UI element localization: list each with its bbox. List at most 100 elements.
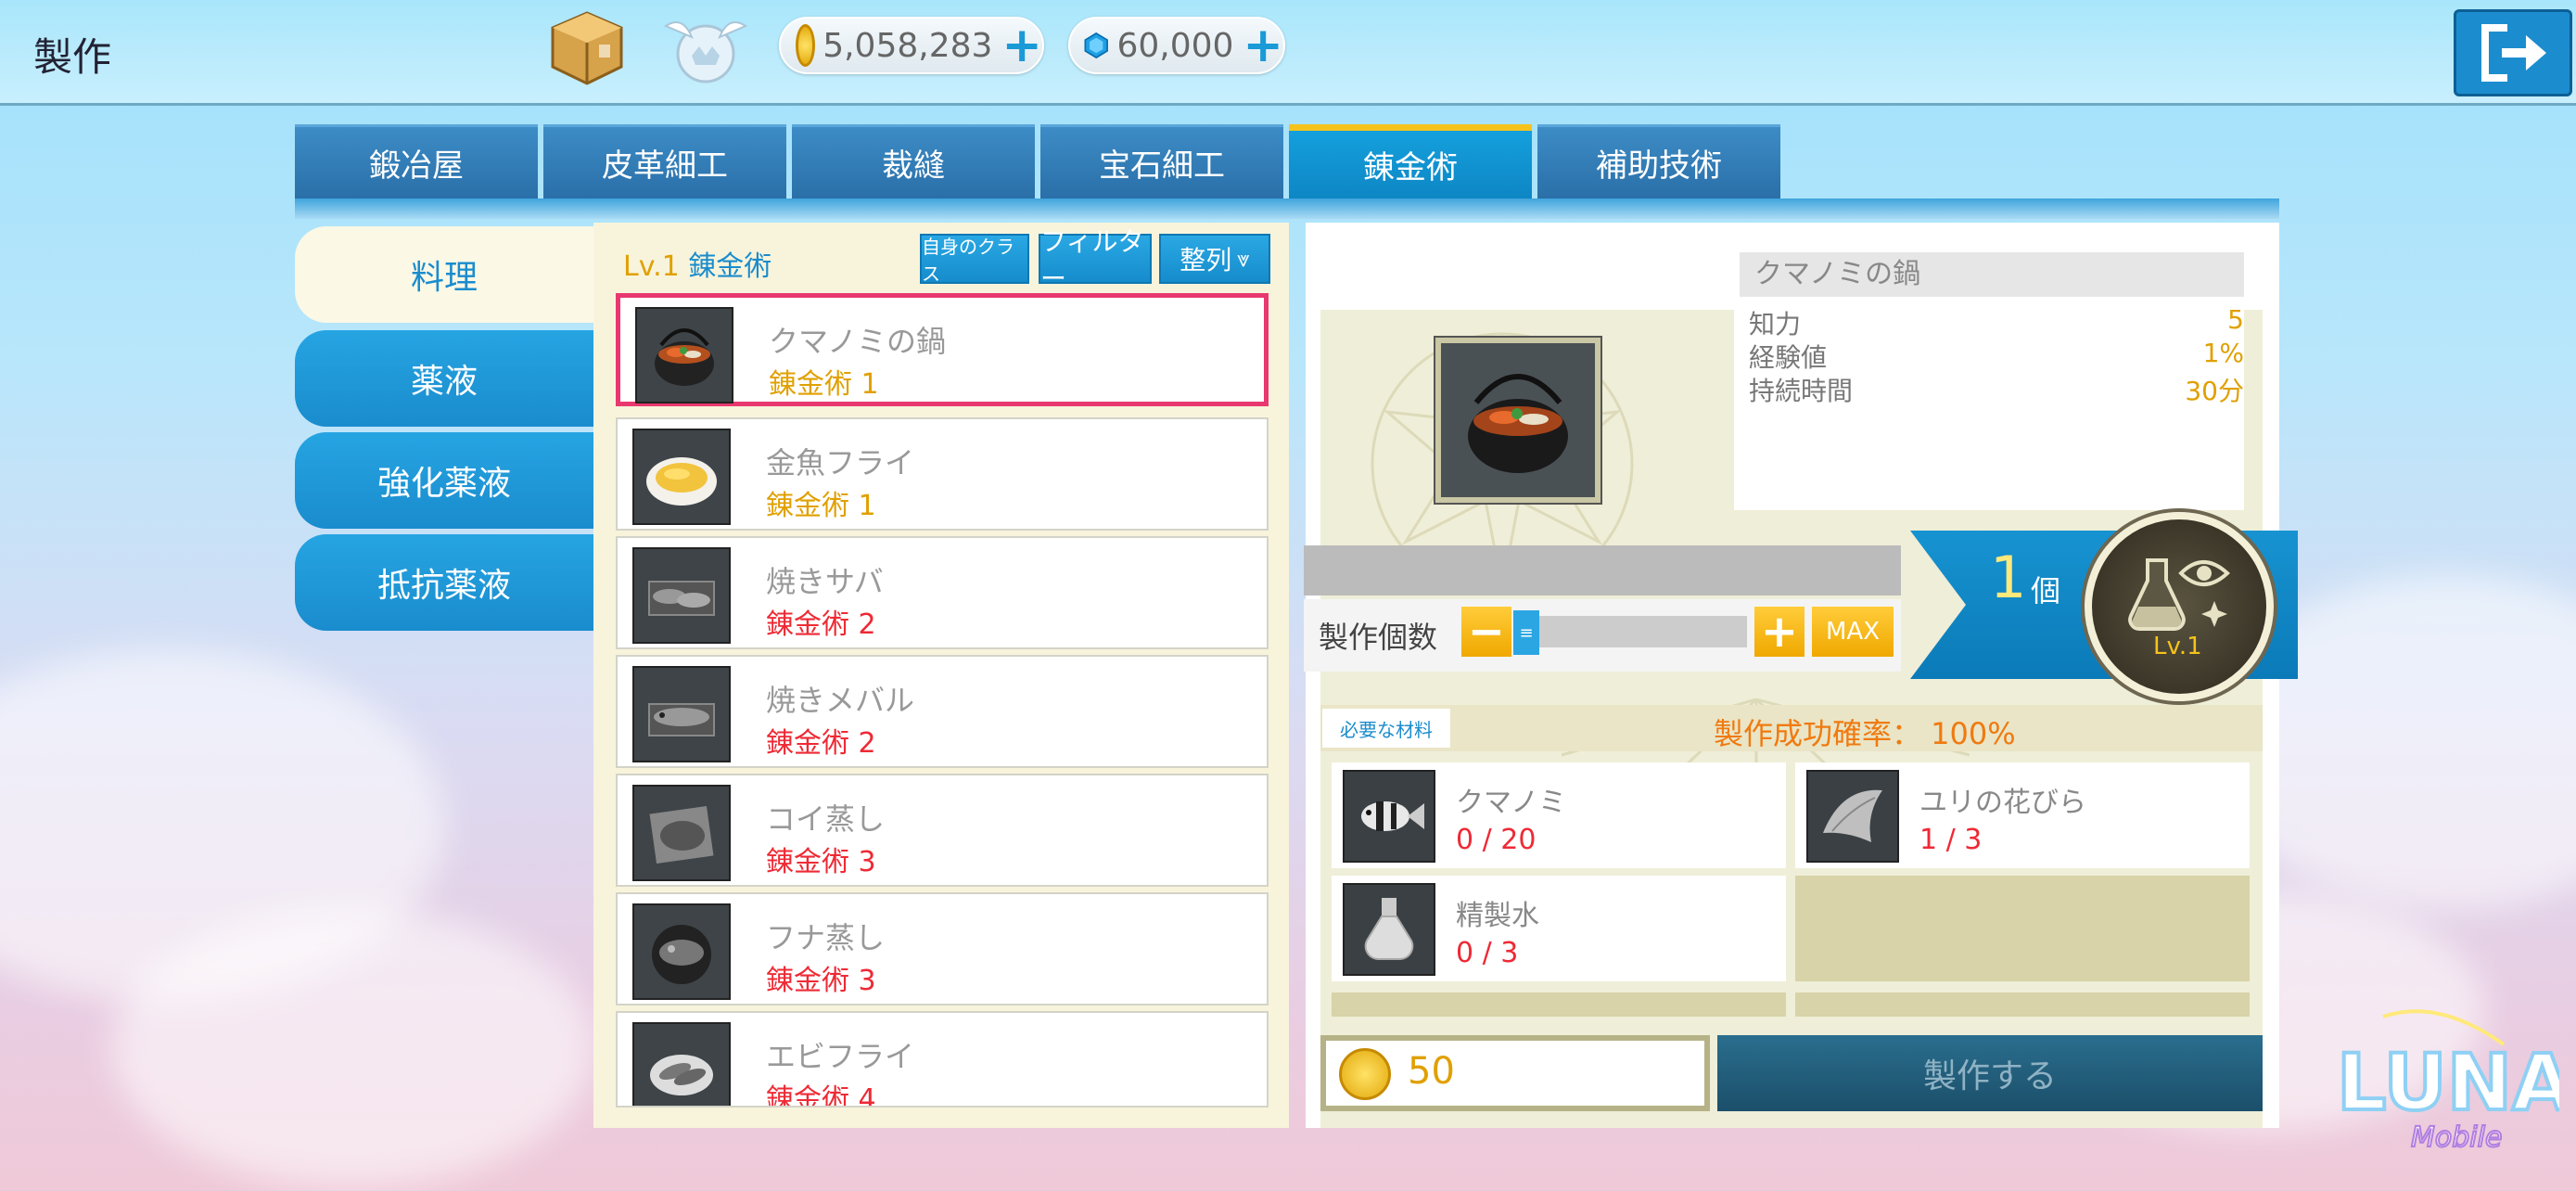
gold-coin-icon — [796, 24, 816, 67]
material-card[interactable]: クマノミ 0 / 20 — [1332, 762, 1786, 868]
quantity-label: 製作個数 — [1319, 620, 1438, 655]
sort-chevron-icon: ⩔ — [1237, 246, 1250, 272]
material-quantity: 0 / 20 — [1456, 824, 1537, 856]
material-name: クマノミ — [1456, 787, 1567, 819]
recipe-row[interactable]: コイ蒸し 錬金術 3 — [616, 774, 1269, 887]
screen-title: 製作 — [33, 34, 112, 80]
decrease-quantity-button[interactable]: − — [1461, 607, 1511, 657]
skill-name: 錬金術 — [688, 250, 772, 283]
filter-button[interactable]: フィルター — [1039, 226, 1152, 294]
recipe-name: クマノミの鍋 — [769, 324, 947, 359]
purified-water-icon — [1343, 883, 1435, 976]
craft-cost: 50 — [1408, 1050, 1455, 1093]
recipe-name: コイ蒸し — [766, 801, 886, 837]
category-potion[interactable]: 薬液 — [295, 330, 593, 427]
recipe-row[interactable]: エビフライ 錬金術 4 — [616, 1011, 1269, 1108]
gem-counter: 60,000 + — [1068, 17, 1285, 74]
material-name: 精製水 — [1456, 900, 1539, 932]
tab-underline — [295, 198, 2279, 219]
gem-value: 60,000 — [1116, 26, 1234, 65]
gem-icon — [1084, 32, 1108, 59]
fried-fish-icon — [632, 429, 731, 525]
add-gem-button[interactable]: + — [1243, 21, 1283, 70]
recipe-requirement: 錬金術 3 — [766, 846, 876, 878]
quantity-slider[interactable] — [1513, 616, 1747, 647]
material-card[interactable]: 精製水 0 / 3 — [1332, 876, 1786, 981]
recipe-requirement: 錬金術 2 — [766, 608, 876, 641]
gold-counter: 5,058,283 + — [779, 17, 1044, 74]
material-name: ユリの花びら — [1919, 787, 2086, 819]
craft-count: 1 — [1990, 544, 2027, 611]
material-quantity: 0 / 3 — [1456, 937, 1519, 969]
gold-value: 5,058,283 — [823, 26, 993, 65]
recipe-row[interactable]: 金魚フライ 錬金術 1 — [616, 417, 1269, 531]
stat-value: 5 — [2227, 304, 2244, 335]
steamed-carp-icon — [632, 785, 731, 881]
tab-support-skills[interactable]: 補助技術 — [1537, 124, 1780, 198]
recipe-requirement: 錬金術 1 — [769, 368, 879, 401]
svg-text:Mobile: Mobile — [2411, 1121, 2502, 1154]
top-bar: 製作 5,058,283 + 60,000 + — [0, 0, 2576, 106]
stat-value: 30分 — [2185, 376, 2244, 406]
increase-quantity-button[interactable]: + — [1754, 607, 1804, 657]
recipe-row[interactable]: 焼きサバ 錬金術 2 — [616, 536, 1269, 649]
tab-tailoring[interactable]: 裁縫 — [792, 124, 1035, 198]
pot-dish-icon — [635, 307, 733, 403]
stat-row: 持続時間 30分 — [1749, 371, 2244, 408]
rank-wings-icon[interactable] — [655, 6, 757, 89]
lily-petal-icon — [1806, 770, 1899, 863]
tab-jewelcraft[interactable]: 宝石細工 — [1040, 124, 1283, 198]
recipe-row[interactable]: クマノミの鍋 錬金術 1 — [616, 293, 1269, 406]
recipe-name: 焼きメバル — [766, 683, 915, 718]
svg-text:LUNA: LUNA — [2337, 1037, 2559, 1128]
sort-label: 整列 — [1180, 245, 1232, 275]
recipe-row[interactable]: フナ蒸し 錬金術 3 — [616, 892, 1269, 1005]
grilled-fish-icon — [632, 547, 731, 644]
recipe-name: エビフライ — [766, 1039, 915, 1074]
potion-eye-icon — [2128, 558, 2230, 631]
success-rate: 製作成功確率： 100% — [1714, 716, 2016, 751]
recipe-row[interactable]: 焼きメバル 錬金術 2 — [616, 655, 1269, 768]
stat-label: 知力 — [1749, 309, 1802, 339]
skill-level-label: Lv.1 錬金術 — [623, 243, 772, 284]
box-icon[interactable] — [547, 7, 627, 87]
add-gold-button[interactable]: + — [1001, 21, 1042, 70]
stat-label: 持続時間 — [1749, 376, 1854, 406]
level-prefix: Lv.1 — [623, 250, 680, 283]
skill-level-badge — [2085, 512, 2274, 701]
recipe-name: 金魚フライ — [766, 445, 915, 480]
stat-label: 経験値 — [1749, 342, 1828, 373]
selected-item-image — [1434, 336, 1602, 505]
category-cooking[interactable]: 料理 — [295, 226, 593, 323]
fried-shrimp-icon — [632, 1022, 731, 1106]
material-quantity: 1 / 3 — [1919, 824, 1983, 856]
stat-value: 1% — [2202, 338, 2244, 368]
quantity-slider-handle[interactable]: ≡ — [1513, 610, 1539, 655]
gold-coin-icon — [1339, 1048, 1391, 1100]
material-card[interactable]: ユリの花びら 1 / 3 — [1795, 762, 2250, 868]
tab-leatherwork[interactable]: 皮革細工 — [543, 124, 786, 198]
stat-row: 知力 5 — [1749, 304, 2244, 341]
quantity-header-strip — [1304, 545, 1901, 596]
luna-mobile-logo: LUNA Mobile — [2335, 1009, 2559, 1155]
recipe-requirement: 錬金術 1 — [766, 490, 876, 522]
craft-button[interactable]: 製作する — [1717, 1035, 2263, 1111]
craft-tabs: 鍛冶屋 皮革細工 裁縫 宝石細工 錬金術 補助技術 — [295, 124, 1786, 198]
item-name: クマノミの鍋 — [1740, 252, 2244, 297]
category-resist-potion[interactable]: 抵抗薬液 — [295, 534, 593, 631]
recipe-requirement: 錬金術 2 — [766, 727, 876, 760]
own-class-button[interactable]: 自身のクラス — [920, 234, 1029, 285]
exit-button[interactable] — [2454, 9, 2572, 96]
grilled-rockfish-icon — [632, 666, 731, 762]
tab-blacksmith[interactable]: 鍛冶屋 — [295, 124, 538, 198]
max-quantity-button[interactable]: MAX — [1812, 607, 1894, 657]
tab-alchemy[interactable]: 錬金術 — [1289, 124, 1532, 198]
sort-button[interactable]: 整列 ⩔ — [1159, 234, 1270, 284]
recipe-name: フナ蒸し — [766, 920, 886, 955]
clownfish-icon — [1343, 770, 1435, 863]
exit-icon — [2481, 24, 2546, 82]
steamed-crucian-icon — [632, 903, 731, 1000]
recipe-requirement: 錬金術 4 — [766, 1083, 876, 1108]
recipe-name: 焼きサバ — [766, 564, 884, 599]
category-enhance-potion[interactable]: 強化薬液 — [295, 432, 593, 529]
